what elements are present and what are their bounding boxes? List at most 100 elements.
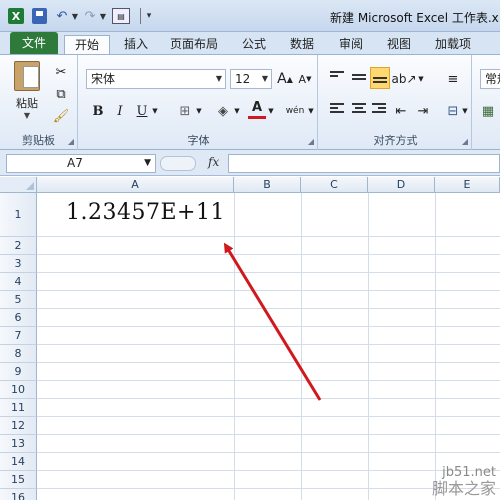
clipboard-launcher-icon[interactable]: ◢: [68, 137, 74, 146]
column-header-a[interactable]: A: [37, 177, 234, 193]
formula-bar-splitter[interactable]: [160, 156, 196, 171]
orientation-dropdown-icon[interactable]: ▼: [416, 69, 426, 89]
grow-font-icon[interactable]: A ▲: [276, 69, 294, 89]
window-title: 新建 Microsoft Excel 工作表.x: [330, 11, 499, 25]
tab-home[interactable]: 开始: [64, 35, 110, 54]
increase-indent-icon[interactable]: ⇥: [414, 101, 432, 121]
row-header[interactable]: 8: [0, 345, 37, 363]
orientation-icon[interactable]: ab↗: [391, 69, 416, 89]
cell-a1[interactable]: 1.23457E+11: [66, 200, 225, 225]
font-color-icon[interactable]: A: [248, 99, 266, 119]
grid-line: [301, 193, 302, 500]
watermark-url: jb51.net: [442, 465, 496, 481]
phonetic-icon[interactable]: wén: [284, 101, 306, 121]
font-size-select[interactable]: 12 ▼: [230, 69, 272, 89]
align-center-icon[interactable]: [350, 101, 368, 119]
bold-button[interactable]: B: [90, 101, 106, 121]
paste-icon: [14, 61, 40, 91]
row-header[interactable]: 3: [0, 255, 37, 273]
row-header[interactable]: 16: [0, 489, 37, 500]
align-middle-icon[interactable]: [350, 69, 368, 87]
font-color-dropdown-icon[interactable]: ▼: [266, 101, 276, 121]
column-header-b[interactable]: B: [234, 177, 301, 193]
row-header[interactable]: 13: [0, 435, 37, 453]
font-group: 宋体 ▼ 12 ▼ A ▲ A ▼ B I U ▼ ⊞ ▼ ◈ ▼ A ▼ wén …: [80, 55, 318, 150]
alignment-launcher-icon[interactable]: ◢: [462, 137, 468, 146]
form-icon[interactable]: ▤: [112, 8, 130, 24]
grid-line: [37, 434, 500, 435]
tab-data[interactable]: 数据: [284, 35, 320, 54]
qat-separator: [140, 8, 141, 24]
tab-addins[interactable]: 加载项: [428, 35, 478, 54]
chevron-down-icon: ▼: [261, 74, 268, 83]
shrink-font-icon[interactable]: A ▼: [296, 69, 314, 89]
tab-formulas[interactable]: 公式: [236, 35, 272, 54]
wrap-text-icon[interactable]: ≡: [444, 69, 462, 89]
border-icon[interactable]: ⊞: [176, 101, 194, 121]
row-header[interactable]: 1: [0, 193, 37, 237]
paste-dropdown-icon[interactable]: ▼: [8, 111, 46, 120]
formula-input[interactable]: [228, 154, 500, 173]
row-header[interactable]: 2: [0, 237, 37, 255]
alignment-group-label: 对齐方式: [373, 134, 418, 147]
fill-dropdown-icon[interactable]: ▼: [232, 101, 242, 121]
worksheet-grid[interactable]: A B C D E 1 2 3 4 5 6 7 8 9 10 11 12 13 14 15 16 1.2345…: [0, 177, 500, 500]
align-left-icon[interactable]: [328, 101, 346, 119]
font-name-select[interactable]: 宋体 ▼: [86, 69, 226, 89]
merge-dropdown-icon[interactable]: ▼: [460, 101, 470, 121]
row-header[interactable]: 10: [0, 381, 37, 399]
grid-line: [37, 416, 500, 417]
italic-button[interactable]: I: [112, 101, 128, 121]
insert-function-icon[interactable]: fx: [208, 155, 219, 169]
grid-line: [37, 380, 500, 381]
row-header[interactable]: 12: [0, 417, 37, 435]
tab-file[interactable]: 文件: [10, 32, 58, 54]
row-header[interactable]: 5: [0, 291, 37, 309]
row-header[interactable]: 15: [0, 471, 37, 489]
row-header[interactable]: 6: [0, 309, 37, 327]
number-group: 常规 ▦: [474, 55, 500, 150]
tab-review[interactable]: 审阅: [333, 35, 369, 54]
save-icon[interactable]: [32, 8, 47, 24]
copy-icon[interactable]: ⧉: [50, 85, 72, 103]
tab-insert[interactable]: 插入: [118, 35, 154, 54]
decrease-indent-icon[interactable]: ⇤: [392, 101, 410, 121]
column-header-e[interactable]: E: [435, 177, 500, 193]
row-header[interactable]: 11: [0, 399, 37, 417]
currency-icon[interactable]: ▦: [480, 101, 496, 121]
redo-icon[interactable]: ↷: [82, 8, 98, 24]
format-painter-icon[interactable]: 🖌: [50, 107, 72, 125]
paste-button[interactable]: 粘贴 ▼: [8, 61, 46, 121]
phonetic-dropdown-icon[interactable]: ▼: [306, 101, 316, 121]
row-header[interactable]: 14: [0, 453, 37, 471]
undo-icon[interactable]: ↶: [54, 8, 70, 24]
underline-button[interactable]: U: [134, 101, 150, 121]
redo-dropdown-icon[interactable]: ▼: [99, 8, 107, 24]
tab-page-layout[interactable]: 页面布局: [164, 35, 224, 54]
alignment-group: ab↗ ▼ ≡ ⇤ ⇥ ⊟ ▼ 对齐方式 ◢: [320, 55, 472, 150]
align-top-icon[interactable]: [328, 69, 346, 87]
undo-dropdown-icon[interactable]: ▼: [71, 8, 79, 24]
font-launcher-icon[interactable]: ◢: [308, 137, 314, 146]
fill-color-icon[interactable]: ◈: [214, 101, 232, 121]
row-header[interactable]: 4: [0, 273, 37, 291]
row-header[interactable]: 9: [0, 363, 37, 381]
align-bottom-icon[interactable]: [370, 67, 390, 89]
customize-qat-icon[interactable]: ▾: [144, 8, 154, 24]
select-all-button[interactable]: [0, 177, 37, 193]
tab-view[interactable]: 视图: [381, 35, 417, 54]
name-box[interactable]: A7 ▼: [6, 154, 156, 173]
cut-icon[interactable]: ✂: [50, 63, 72, 81]
column-header-c[interactable]: C: [301, 177, 368, 193]
row-header[interactable]: 7: [0, 327, 37, 345]
align-right-icon[interactable]: [370, 101, 388, 119]
ribbon: 粘贴 ▼ ✂ ⧉ 🖌 剪贴板 ◢ 宋体 ▼ 12 ▼ A ▲ A ▼ B I U ▼…: [0, 54, 500, 150]
font-name-value: 宋体: [91, 72, 116, 86]
underline-dropdown-icon[interactable]: ▼: [150, 101, 160, 121]
border-dropdown-icon[interactable]: ▼: [194, 101, 204, 121]
clipboard-group-label: 剪贴板: [22, 134, 55, 147]
excel-logo-icon[interactable]: X: [8, 8, 24, 24]
grid-line: [37, 398, 500, 399]
number-format-select[interactable]: 常规: [480, 69, 500, 89]
column-header-d[interactable]: D: [368, 177, 435, 193]
